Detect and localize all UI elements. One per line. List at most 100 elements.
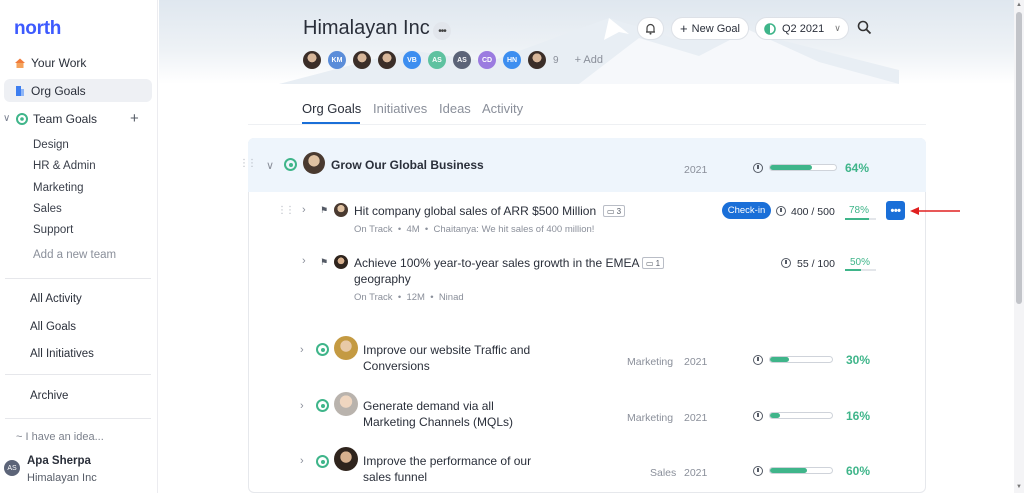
owner-avatar[interactable] bbox=[334, 203, 348, 217]
chevron-right-icon[interactable]: › bbox=[300, 455, 304, 467]
key-result-title-line2[interactable]: geography bbox=[354, 271, 411, 287]
progress-underline bbox=[845, 218, 870, 220]
app-logo[interactable]: north bbox=[14, 18, 61, 40]
nav-all-activity[interactable]: All Activity bbox=[30, 293, 82, 305]
goal-year: 2021 bbox=[684, 467, 708, 479]
nav-your-work-label: Your Work bbox=[31, 55, 87, 70]
clock-icon bbox=[776, 206, 786, 216]
key-result-title-line1[interactable]: Achieve 100% year-to-year sales growth i… bbox=[354, 255, 639, 271]
comment-count[interactable]: ▭ 1 bbox=[642, 257, 665, 269]
goal-target-icon bbox=[316, 343, 329, 356]
owner-avatar[interactable] bbox=[334, 255, 348, 269]
member-avatar[interactable] bbox=[303, 51, 321, 69]
add-new-team-link[interactable]: Add a new team bbox=[33, 249, 116, 261]
goal-target-icon bbox=[316, 455, 329, 468]
user-avatar[interactable]: AS bbox=[4, 460, 20, 476]
tab-ideas[interactable]: Ideas bbox=[439, 101, 471, 116]
latest-note: Chaitanya: We hit sales of 400 million! bbox=[433, 224, 595, 235]
search-icon[interactable] bbox=[857, 20, 872, 35]
member-avatar[interactable] bbox=[528, 51, 546, 69]
team-item-sales[interactable]: Sales bbox=[33, 203, 62, 215]
tab-org-goals[interactable]: Org Goals bbox=[302, 101, 361, 116]
sidebar: north Your Work Org Goals ∨ Team Goals +… bbox=[0, 0, 158, 493]
chevron-down-icon: ∨ bbox=[834, 23, 841, 33]
key-result-title[interactable]: Hit company global sales of ARR $500 Mil… bbox=[354, 203, 596, 219]
owner-avatar[interactable] bbox=[303, 152, 325, 174]
clock-icon bbox=[753, 355, 763, 365]
page-title: Himalayan Inc bbox=[303, 17, 430, 39]
team-item-support[interactable]: Support bbox=[33, 224, 73, 236]
quarter-selector[interactable]: Q2 2021 ∨ bbox=[755, 17, 849, 40]
goal-title-line1[interactable]: Improve the performance of our bbox=[363, 453, 531, 469]
new-goal-button[interactable]: + New Goal bbox=[671, 17, 749, 40]
nav-archive[interactable]: Archive bbox=[30, 390, 68, 402]
nav-team-goals-label: Team Goals bbox=[33, 111, 98, 126]
progress-percent: 50% bbox=[850, 257, 871, 268]
tab-initiatives[interactable]: Initiatives bbox=[373, 101, 427, 116]
progress-bar bbox=[769, 412, 833, 419]
owner-avatar[interactable] bbox=[334, 447, 358, 471]
team-item-marketing[interactable]: Marketing bbox=[33, 182, 84, 194]
more-options-button[interactable]: ••• bbox=[886, 201, 905, 220]
plus-icon: + bbox=[680, 21, 688, 36]
tab-activity[interactable]: Activity bbox=[482, 101, 523, 116]
member-avatar[interactable]: HN bbox=[503, 51, 521, 69]
member-avatar[interactable]: VB bbox=[403, 51, 421, 69]
nav-org-goals[interactable]: Org Goals bbox=[4, 79, 152, 102]
owner-avatar[interactable] bbox=[334, 336, 358, 360]
goal-title-line2[interactable]: Marketing Channels (MQLs) bbox=[363, 414, 513, 430]
member-avatar[interactable] bbox=[353, 51, 371, 69]
goal-title-line2[interactable]: Conversions bbox=[363, 358, 430, 374]
goal-title-line1[interactable]: Improve our website Traffic and bbox=[363, 342, 530, 358]
chevron-right-icon[interactable]: › bbox=[300, 344, 304, 356]
chevron-right-icon[interactable]: › bbox=[302, 255, 306, 267]
drag-handle-icon[interactable]: ⋮⋮ bbox=[277, 205, 295, 216]
scroll-up-arrow-icon[interactable]: ▲ bbox=[1016, 2, 1022, 8]
team-item-hr-admin[interactable]: HR & Admin bbox=[33, 160, 96, 172]
add-member-button[interactable]: + Add bbox=[575, 54, 603, 66]
clock-icon bbox=[753, 411, 763, 421]
member-avatar[interactable]: KM bbox=[328, 51, 346, 69]
scroll-down-arrow-icon[interactable]: ▼ bbox=[1016, 484, 1022, 490]
bell-icon bbox=[646, 23, 655, 35]
member-avatar[interactable]: AS bbox=[453, 51, 471, 69]
nav-all-goals[interactable]: All Goals bbox=[30, 321, 76, 333]
notifications-button[interactable] bbox=[637, 17, 664, 40]
progress-percent: 60% bbox=[846, 464, 871, 478]
comment-count[interactable]: ▭ 3 bbox=[603, 205, 626, 217]
drag-handle-icon[interactable]: ⋮⋮ bbox=[239, 158, 257, 169]
goal-title-line1[interactable]: Generate demand via all bbox=[363, 398, 494, 414]
status-label: On Track bbox=[354, 292, 393, 303]
clock-icon bbox=[781, 258, 791, 268]
sidebar-divider bbox=[5, 374, 151, 375]
key-result-value: 400 / 500 bbox=[791, 206, 835, 218]
chevron-right-icon[interactable]: › bbox=[302, 204, 306, 216]
key-result-value: 55 / 100 bbox=[797, 258, 835, 270]
member-count[interactable]: 9 bbox=[553, 55, 559, 66]
owner-avatar[interactable] bbox=[334, 392, 358, 416]
age-label: 12M bbox=[406, 292, 425, 303]
progress-bar bbox=[769, 467, 833, 474]
org-more-button[interactable]: ••• bbox=[433, 22, 451, 40]
member-avatar[interactable]: CD bbox=[478, 51, 496, 69]
member-avatar[interactable] bbox=[378, 51, 396, 69]
nav-all-initiatives[interactable]: All Initiatives bbox=[30, 348, 94, 360]
goal-target-icon bbox=[316, 399, 329, 412]
comment-count-value: 3 bbox=[616, 206, 622, 216]
check-in-button[interactable]: Check-in bbox=[722, 202, 771, 219]
team-item-design[interactable]: Design bbox=[33, 139, 69, 151]
member-avatar[interactable]: AS bbox=[428, 51, 446, 69]
chevron-right-icon[interactable]: › bbox=[300, 400, 304, 412]
scrollbar-thumb[interactable] bbox=[1016, 12, 1022, 304]
nav-your-work[interactable]: Your Work bbox=[4, 51, 152, 74]
goal-year: 2021 bbox=[684, 356, 708, 368]
building-icon bbox=[14, 85, 26, 97]
goal-title-line2[interactable]: sales funnel bbox=[363, 469, 427, 485]
idea-input-link[interactable]: ~ I have an idea... bbox=[16, 431, 104, 443]
goal-title[interactable]: Grow Our Global Business bbox=[331, 157, 484, 173]
progress-percent: 16% bbox=[846, 409, 871, 423]
progress-percent: 64% bbox=[845, 161, 870, 175]
comment-count-value: 1 bbox=[655, 258, 661, 268]
chevron-down-icon[interactable]: ∨ bbox=[266, 159, 274, 172]
add-team-plus-icon[interactable]: + bbox=[130, 110, 139, 127]
